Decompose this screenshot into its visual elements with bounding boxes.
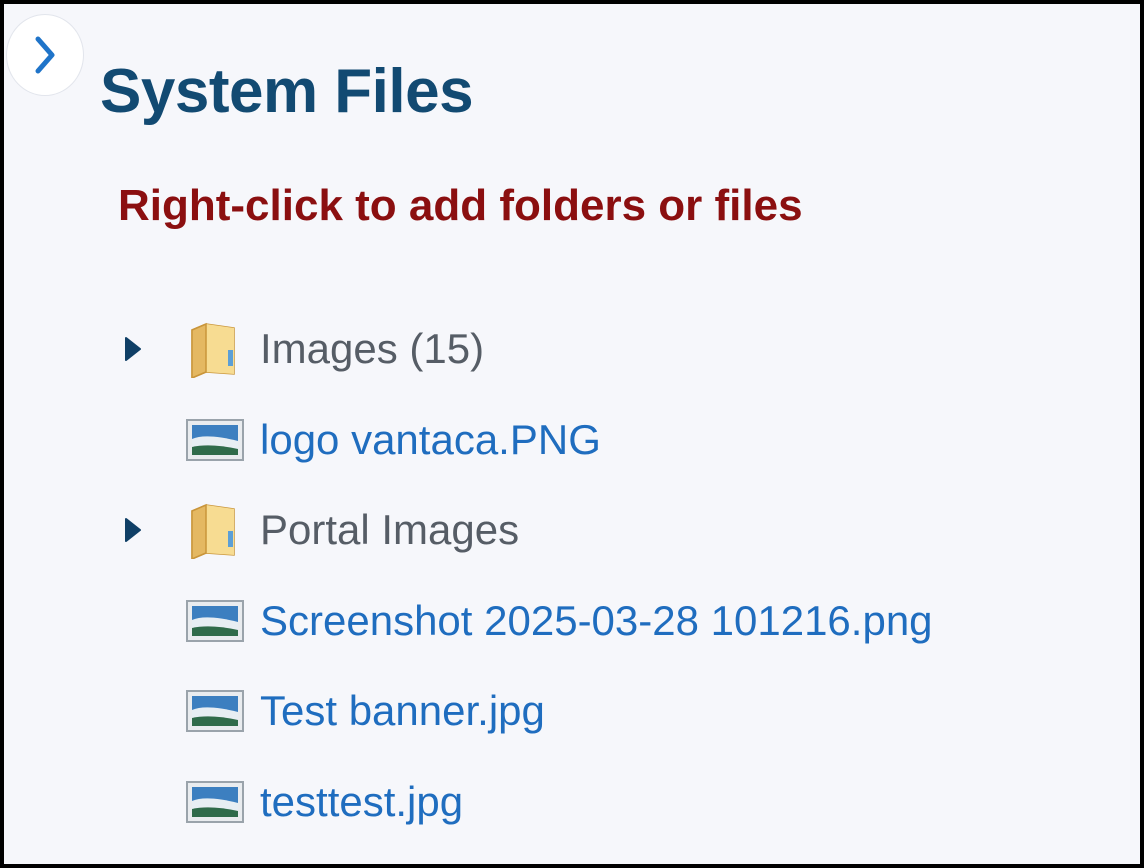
expand-panel-button[interactable]	[6, 14, 84, 96]
chevron-right-icon	[35, 36, 55, 74]
instruction-text: Right-click to add folders or files	[118, 181, 803, 230]
file-link[interactable]: logo vantaca.PNG	[260, 418, 601, 461]
system-files-panel: System Files Right-click to add folders …	[0, 0, 1144, 868]
tree-item-label: Portal Images	[260, 506, 520, 554]
image-file-icon	[186, 780, 244, 823]
expand-arrow-icon[interactable]	[122, 336, 144, 362]
folder-icon	[186, 501, 238, 560]
image-file-icon	[186, 599, 244, 642]
file-link[interactable]: testtest.jpg	[260, 780, 463, 823]
file-link[interactable]: Test banner.jpg	[260, 690, 545, 732]
image-file-icon	[186, 690, 244, 733]
image-file-icon	[186, 418, 244, 461]
page-title: System Files	[100, 57, 474, 126]
file-link[interactable]: Screenshot 2025-03-28 101216.png	[260, 599, 933, 642]
folder-icon	[186, 320, 238, 379]
expand-arrow-icon[interactable]	[122, 517, 144, 543]
tree-item-label: Images (15)	[260, 325, 485, 373]
